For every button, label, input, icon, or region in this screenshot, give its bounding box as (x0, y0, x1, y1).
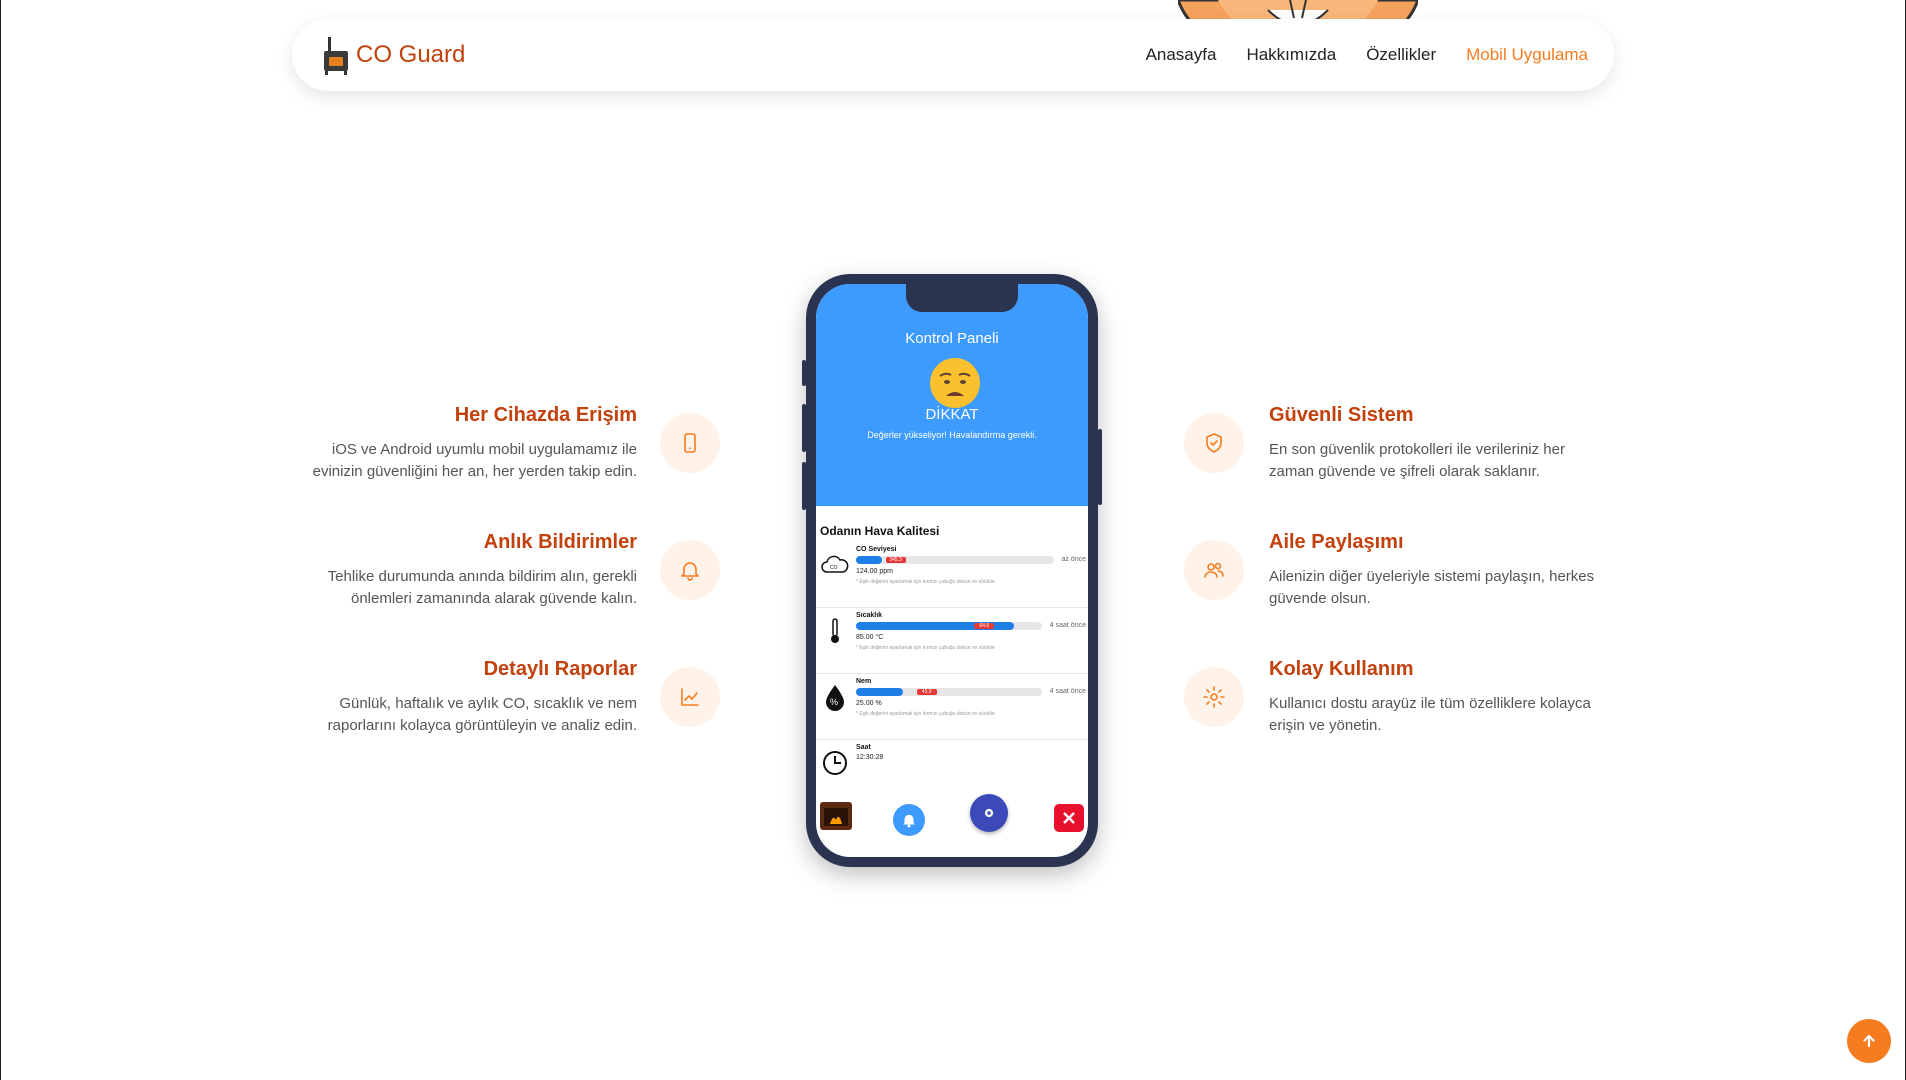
stove-logo-icon (324, 37, 348, 75)
threshold-marker[interactable]: 345.3 (885, 557, 906, 563)
metric-label: Nem (856, 678, 872, 685)
status-description: Değerler yükseliyor! Havalandırma gerekl… (867, 430, 1037, 440)
phone-notch (906, 284, 1018, 312)
feature-title: Aile Paylaşımı (1269, 531, 1404, 553)
metric-label: Sıcaklık (856, 612, 883, 619)
thermometer-icon (831, 618, 839, 643)
metric-value: 12:30:28 (856, 754, 884, 761)
nav-link-anasayfa[interactable]: Anasayfa (1146, 45, 1217, 65)
close-icon[interactable] (1054, 804, 1084, 832)
metric-hint: * Eşik değerini ayarlamak için kırmızı ç… (856, 711, 995, 717)
chart-line-icon (660, 667, 720, 727)
settings-gear-icon[interactable] (970, 794, 1008, 832)
worried-face-emoji-icon (930, 358, 980, 408)
nav-link-ozellikler[interactable]: Özellikler (1366, 45, 1436, 65)
gear-icon (1184, 667, 1244, 727)
nav-link-mobil-uygulama[interactable]: Mobil Uygulama (1466, 45, 1588, 65)
metric-value: 25.00 % (856, 700, 882, 707)
status-title: DİKKAT (925, 406, 979, 423)
feature-desc: Günlük, haftalık ve aylık CO, sıcaklık v… (327, 695, 637, 734)
feature-title: Kolay Kullanım (1269, 658, 1414, 680)
feature-desc: Tehlike durumunda anında bildirim alın, … (327, 568, 637, 607)
smartphone-icon (660, 413, 720, 473)
metric-label: CO Seviyesi (856, 546, 897, 553)
metric-hint: * Eşik değerini ayarlamak için kırmızı ç… (856, 645, 995, 651)
notifications-bell-icon[interactable] (893, 804, 925, 836)
phone-screen: Kontrol Paneli DİKKAT Değerler yükseliyo… (816, 284, 1088, 857)
phone-power-button (1098, 429, 1102, 505)
feature-her-cihazda-erisim: Her Cihazda Erişim iOS ve Android uyumlu… (307, 404, 637, 483)
brand[interactable]: CO Guard (322, 35, 465, 75)
metric-slider[interactable]: 345.3 (856, 556, 1054, 564)
metric-sicaklik: Sıcaklık 64.6 4 saat önce 85.00 °C * Eşi… (816, 608, 1088, 674)
phone-side-button (802, 404, 806, 452)
feature-aile-paylasimi: Aile Paylaşımı Ailenizin diğer üyeleriyl… (1269, 531, 1599, 610)
arrow-up-icon (1863, 1034, 1875, 1048)
feature-title: Detaylı Raporlar (483, 658, 637, 680)
svg-text:%: % (830, 697, 838, 707)
brand-name: CO Guard (356, 41, 466, 68)
shield-check-icon (1184, 413, 1244, 473)
metric-co: CO CO Seviyesi 345.3 az önce 124.00 ppm … (816, 542, 1088, 608)
metric-hint: * Eşik değerini ayarlamak için kırmızı ç… (856, 579, 995, 585)
metric-time: 4 saat önce (1049, 688, 1086, 695)
scroll-to-top-button[interactable] (1847, 1019, 1891, 1063)
status-panel: Kontrol Paneli DİKKAT Değerler yükseliyo… (816, 284, 1088, 506)
navbar: CO Guard Anasayfa Hakkımızda Özellikler … (292, 19, 1614, 91)
feature-desc: Ailenizin diğer üyeleriyle sistemi payla… (1269, 568, 1595, 607)
metric-value: 124.00 ppm (856, 568, 893, 575)
threshold-marker[interactable]: 64.6 (974, 623, 995, 629)
feature-detayli-raporlar: Detaylı Raporlar Günlük, haftalık ve ayl… (307, 658, 637, 737)
cloud-co-icon: CO (821, 555, 849, 573)
panel-title: Kontrol Paneli (905, 330, 999, 347)
metric-slider[interactable]: 64.6 (856, 622, 1042, 630)
feature-title: Güvenli Sistem (1269, 404, 1414, 426)
humidity-drop-icon: % (826, 685, 844, 711)
feature-desc: En son güvenlik protokolleri ile veriler… (1269, 441, 1565, 480)
page-frame-left (0, 0, 1, 1080)
feature-kolay-kullanim: Kolay Kullanım Kullanıcı dostu arayüz il… (1269, 658, 1599, 737)
phone-mockup: Kontrol Paneli DİKKAT Değerler yükseliyo… (802, 274, 1102, 867)
svg-text:CO: CO (830, 565, 838, 571)
feature-title: Anlık Bildirimler (483, 531, 637, 553)
metric-fill (856, 688, 903, 696)
metric-value: 85.00 °C (856, 634, 884, 641)
feature-anlik-bildirimler: Anlık Bildirimler Tehlike durumunda anın… (307, 531, 637, 610)
metric-fill (856, 556, 882, 564)
nav-link-hakkimizda[interactable]: Hakkımızda (1246, 45, 1336, 65)
fireplace-thumbnail[interactable] (820, 802, 852, 830)
feature-desc: iOS ve Android uyumlu mobil uygulamamız … (312, 441, 637, 480)
phone-side-button (802, 462, 806, 510)
air-quality-title: Odanın Hava Kalitesi (820, 524, 940, 538)
users-icon (1184, 540, 1244, 600)
clock-icon (823, 751, 847, 775)
metric-label: Saat (856, 744, 871, 751)
feature-title: Her Cihazda Erişim (454, 404, 637, 426)
main-nav: Anasayfa Hakkımızda Özellikler Mobil Uyg… (1146, 45, 1588, 65)
threshold-marker[interactable]: 45.9 (916, 689, 937, 695)
metric-time: 4 saat önce (1049, 622, 1086, 629)
feature-guvenli-sistem: Güvenli Sistem En son güvenlik protokoll… (1269, 404, 1599, 483)
metric-time: az önce (1061, 556, 1086, 563)
metric-slider[interactable]: 45.9 (856, 688, 1042, 696)
feature-desc: Kullanıcı dostu arayüz ile tüm özellikle… (1269, 695, 1591, 734)
metric-nem: % Nem 45.9 4 saat önce 25.00 % * Eşik de… (816, 674, 1088, 740)
phone-bottom-bar (816, 794, 1088, 838)
bell-icon (660, 540, 720, 600)
phone-side-button (802, 360, 806, 386)
